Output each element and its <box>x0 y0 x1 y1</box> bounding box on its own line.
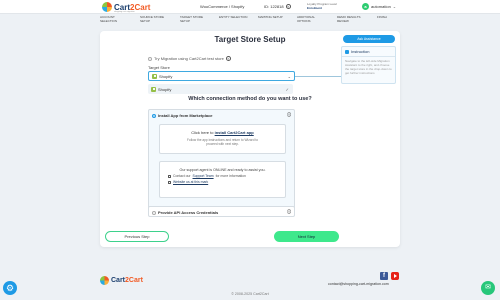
option-api-credentials[interactable]: Provide API Access Credentials ⓘ <box>148 206 295 217</box>
install-app-link[interactable]: install Cart2Cart app <box>215 130 254 135</box>
check-icon: ✓ <box>285 86 289 92</box>
logo-mark-icon <box>102 2 112 12</box>
help-icon[interactable]: ? <box>285 4 291 9</box>
instruction-panel: Instruction Navigate to the left-side Mi… <box>341 46 396 84</box>
step-finish[interactable]: FINISH <box>377 15 397 19</box>
target-store-select[interactable]: Shopify ⌄ <box>148 71 295 81</box>
try-test-store-label: Try Migration using Cart2Cart test store <box>154 56 224 61</box>
user-menu[interactable]: a automation ⌄ <box>362 3 396 10</box>
logo-tagline: shopping cart migration <box>114 11 135 13</box>
shopify-icon <box>152 73 157 79</box>
support-box: Our support agent is ONLINE and ready to… <box>159 161 286 198</box>
target-store-value: Shopify <box>159 73 173 79</box>
facebook-icon[interactable]: f <box>380 272 388 280</box>
try-test-store-radio[interactable] <box>148 56 152 61</box>
support-text: Our support agent is ONLINE and ready to… <box>179 168 266 172</box>
step-source-store-setup[interactable]: SOURCE STORE SETUP <box>140 15 170 23</box>
install-app-box: Click here to install Cart2Cart app Foll… <box>159 124 286 154</box>
contact-suffix: for more information <box>215 174 246 178</box>
loyalty-program[interactable]: Loyalty Program Level Enrolment <box>307 2 337 10</box>
support-team-link[interactable]: Support Team <box>193 174 214 178</box>
instruction-header[interactable]: Instruction <box>342 47 395 57</box>
cart-id-text: ID: 122818 <box>264 4 284 9</box>
website-link[interactable]: Website us at this mark <box>173 180 208 184</box>
contact-row: Contact our Support Team for more inform… <box>168 174 285 178</box>
web-icon <box>168 180 171 184</box>
chevron-down-icon: ⌄ <box>392 4 397 9</box>
chevron-down-icon: ⌄ <box>287 74 291 79</box>
step-demo-results-review[interactable]: DEMO RESULTS REVIEW <box>337 15 367 23</box>
step-target-store-setup[interactable]: TARGET STORE SETUP <box>180 15 210 23</box>
api-credentials-title: Provide API Access Credentials <box>158 210 219 215</box>
youtube-icon[interactable] <box>391 272 399 280</box>
step-account-selection[interactable]: ACCOUNT SELECTION <box>100 15 130 23</box>
install-app-radio[interactable] <box>152 113 156 118</box>
website-row: Website us at this mark <box>168 180 285 184</box>
top-bar: Cart2Cart shopping cart migration WooCom… <box>0 0 500 14</box>
wizard-steps: ACCOUNT SELECTION SOURCE STORE SETUP TAR… <box>0 14 500 24</box>
ask-assistance-button[interactable]: Ask Assistance <box>343 35 395 43</box>
info-icon[interactable]: ⓘ <box>287 209 291 215</box>
try-test-store-option[interactable]: Try Migration using Cart2Cart test store… <box>148 56 231 61</box>
info-icon[interactable]: ⓘ <box>287 112 291 118</box>
option-install-app-header[interactable]: Install App from Marketplace ⓘ <box>149 110 294 121</box>
step-mapping-setup[interactable]: MAPPING SETUP <box>258 15 288 19</box>
contact-prefix: Contact our <box>173 174 191 178</box>
cart-id: ID: 122818 ? <box>264 4 291 9</box>
cart2cart-logo[interactable]: Cart2Cart shopping cart migration <box>102 2 150 13</box>
copyright: © 2008-2025 Cart2Cart <box>231 292 269 296</box>
avatar: a <box>362 3 369 10</box>
instruction-text: Navigate to the left-side Migration Assi… <box>345 59 392 75</box>
install-app-description: Follow the app instructions and return t… <box>186 138 259 146</box>
step-entity-selection[interactable]: ENTITY SELECTION <box>219 15 249 19</box>
footer-logo-text: Cart2Cart <box>111 277 143 284</box>
next-step-button[interactable]: Next Step <box>274 231 339 242</box>
book-icon <box>345 49 349 54</box>
api-credentials-radio[interactable] <box>152 210 156 215</box>
instruction-title: Instruction <box>351 49 370 54</box>
previous-step-button[interactable]: Previous Step <box>105 231 169 242</box>
logo-mark-icon <box>100 276 109 285</box>
click-here-text: Click here to <box>191 130 214 135</box>
gear-icon[interactable]: ⚙ <box>3 281 17 295</box>
target-store-label: Target Store <box>148 65 170 70</box>
migration-label: WooCommerce / Shopify <box>200 4 245 9</box>
option-api-credentials-header[interactable]: Provide API Access Credentials ⓘ <box>149 207 294 218</box>
contact-email[interactable]: contact@shopping-cart-migration.com <box>328 282 389 286</box>
target-store-card: Target Store Setup Ask Assistance Instru… <box>100 31 400 247</box>
install-app-line: Click here to install Cart2Cart app <box>160 130 285 135</box>
user-name: automation <box>371 4 391 9</box>
chat-icon <box>168 174 171 178</box>
dropdown-option-shopify[interactable]: Shopify ✓ <box>148 84 293 94</box>
social-links: f <box>380 272 399 280</box>
install-app-title: Install App from Marketplace <box>158 113 213 118</box>
chat-icon[interactable]: ✉ <box>481 281 495 295</box>
help-icon[interactable]: ? <box>225 56 231 61</box>
dropdown-option-label: Shopify <box>158 86 172 92</box>
instruction-connector <box>295 76 341 77</box>
option-install-app[interactable]: Install App from Marketplace ⓘ Click her… <box>148 109 295 212</box>
connection-method-question: Which connection method do you want to u… <box>188 96 312 102</box>
shopify-icon <box>151 86 156 92</box>
loyalty-level: Enrolment <box>307 6 322 10</box>
step-additional-options[interactable]: ADDITIONAL OPTIONS <box>297 15 327 23</box>
footer-logo[interactable]: Cart2Cart <box>100 276 143 285</box>
